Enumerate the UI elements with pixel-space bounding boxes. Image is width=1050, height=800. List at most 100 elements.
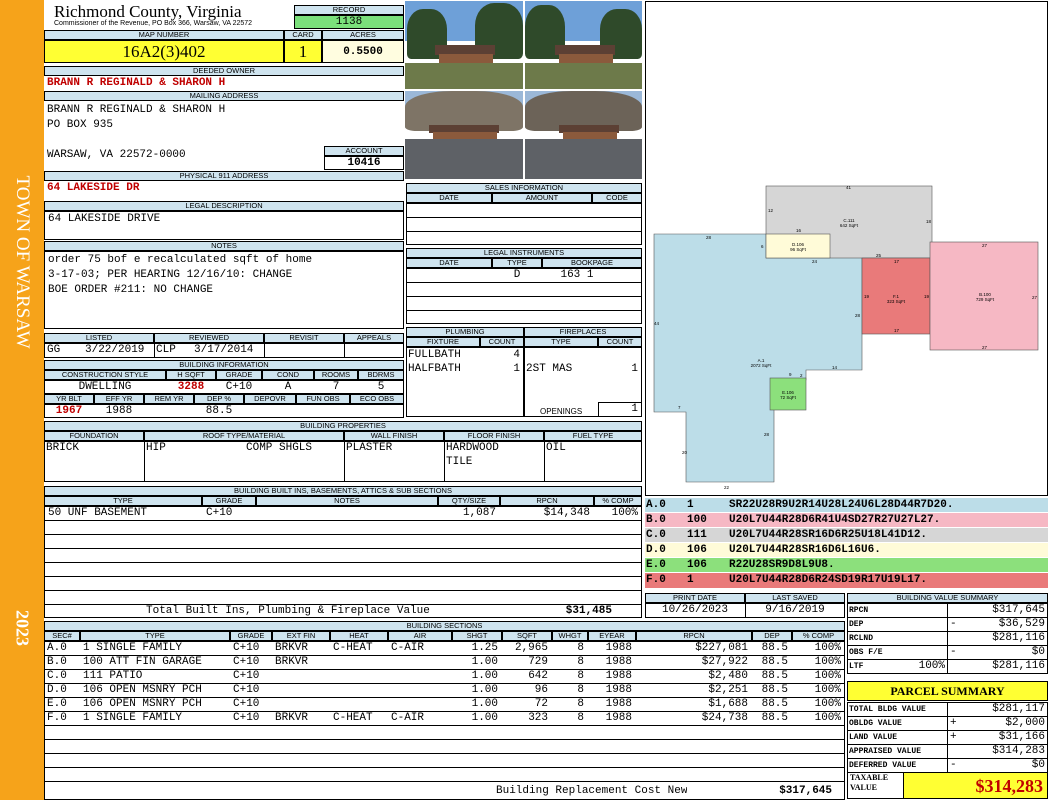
appeals-label: APPEALS (344, 333, 404, 343)
sketch-code-row: B.0 100 U20L7U44R28D6R41U4SD27R27U27L27. (645, 513, 1048, 528)
bs-cell: BRKVR (275, 642, 309, 654)
taxable-label: TAXABLE VALUE (850, 773, 889, 792)
bi-header2: DEP % (194, 394, 244, 404)
parcel-cell: DEFERRED VALUE (849, 761, 917, 770)
sketch-label-d: D.106 96 SqFt (790, 242, 806, 252)
bs-cell: 72 (534, 698, 548, 710)
bs-cell: 1 SINGLE FAMILY (83, 642, 183, 654)
card-number: 1 (284, 40, 322, 63)
note-line: 3-17-03; PER HEARING 12/16/10: CHANGE (48, 269, 293, 281)
reviewed-date: 3/17/2014 (194, 344, 254, 356)
li-header: DATE (406, 258, 492, 268)
bs-cell: 100% (814, 656, 841, 668)
bs-cell: C-AIR (391, 712, 425, 724)
bi-rooms: 7 (332, 381, 340, 393)
sketch-label-a: A.1 2072 SqFt (750, 358, 772, 368)
bs-cell: 8 (577, 656, 584, 668)
sketch-dimension: 14 (832, 365, 838, 370)
bi-header: ROOMS (314, 370, 358, 380)
bs-cell: 1.00 (471, 656, 498, 668)
bs-cell: E.0 (47, 698, 67, 710)
bs-cell: C-AIR (391, 642, 425, 654)
bs-header: WHGT (552, 631, 588, 641)
li-bookpage: 163 1 (560, 269, 594, 281)
property-photo (525, 1, 642, 89)
bs-cell: $1,688 (708, 698, 748, 710)
card-label: CARD (284, 30, 322, 40)
map-number-label: MAP NUMBER (44, 30, 284, 40)
bs-header: SQFT (502, 631, 552, 641)
bs-cell: 100% (814, 684, 841, 696)
sketch-dimension: 24 (812, 259, 818, 264)
sales-header: AMOUNT (492, 193, 592, 203)
plumbing-header: FIXTURE (406, 337, 480, 347)
bs-cell: 8 (577, 684, 584, 696)
note-line: order 75 bof e recalculated sqft of home (48, 254, 313, 266)
building-info-label: BUILDING INFORMATION (44, 360, 404, 370)
bs-cell: 100 ATT FIN GARAGE (83, 656, 202, 668)
bvs-cell: DEP (849, 620, 864, 629)
bs-cell: 1.25 (471, 642, 498, 654)
bs-cell: C-HEAT (333, 642, 373, 654)
sketch-label-f: F.1 323 SqFt (886, 294, 906, 304)
bs-header: EYEAR (588, 631, 636, 641)
bs-cell: C+10 (233, 656, 260, 668)
bs-header: AIR (388, 631, 452, 641)
physical-address: 64 LAKESIDE DR (47, 182, 140, 194)
sidebar-band: TOWN OF WARSAW 2023 (0, 0, 44, 800)
revisit-label: REVISIT (264, 333, 344, 343)
bp-wall: PLASTER (346, 442, 393, 454)
bvs-cell: RCLND (849, 634, 874, 643)
bvs-label: BUILDING VALUE SUMMARY (847, 593, 1048, 603)
property-photo (525, 91, 642, 179)
bins-rpcn: $14,348 (543, 507, 590, 519)
bs-cell: $27,922 (701, 656, 748, 668)
bvs-cell: $281,116 (992, 660, 1045, 672)
property-photo (405, 1, 523, 89)
bs-cell: 100% (814, 698, 841, 710)
last-saved-label: LAST SAVED (745, 593, 845, 603)
sketch-code-list: A.0 1 SR22U28R9U2R14U28L24U6L28D44R7D20. B… (645, 498, 1048, 588)
bins-header: NOTES (256, 496, 438, 506)
bs-cell: $2,251 (708, 684, 748, 696)
bs-cell: 88.5 (761, 670, 788, 682)
bs-cell: C-HEAT (333, 712, 373, 724)
mailing-address: BRANN R REGINALD & SHARON H PO BOX 935 W… (47, 103, 225, 163)
bp-header: FOUNDATION (44, 431, 144, 441)
property-photo (405, 91, 523, 179)
plumbing-count: 1 (513, 363, 520, 375)
fireplace-type: 2ST MAS (526, 363, 573, 375)
account-number: 10416 (324, 156, 404, 170)
deeded-owner: BRANN R REGINALD & SHARON H (47, 77, 226, 89)
bs-cell: $227,081 (695, 642, 748, 654)
sketch-code-row: A.0 1 SR22U28R9U2R14U28L24U6L28D44R7D20. (645, 498, 1048, 513)
sales-label: SALES INFORMATION (406, 183, 642, 193)
reviewed-by: CLP (156, 344, 176, 356)
bi-header: H SQFT (166, 370, 216, 380)
sketch-dimension: 28 (706, 235, 712, 240)
notes-label: NOTES (44, 241, 404, 251)
bs-cell: 1.00 (471, 684, 498, 696)
sketch-code-row: D.0 106 U20L7U44R28SR16D6L16U6. (645, 543, 1048, 558)
bvs-cell: OBS F/E (849, 648, 883, 657)
bs-cell: F.0 (47, 712, 67, 724)
parcel-cell: $281,117 (992, 703, 1045, 715)
bins-header: TYPE (44, 496, 202, 506)
bs-cell: 1.00 (471, 712, 498, 724)
bs-cell: 1988 (605, 642, 632, 654)
sketch-dimension: 27 (982, 243, 988, 248)
bvs-cell: RPCN (849, 606, 869, 615)
legal-description: 64 LAKESIDE DRIVE (48, 213, 161, 225)
bs-cell: 1988 (605, 656, 632, 668)
bs-cell: 1.00 (471, 698, 498, 710)
county-title: Richmond County, Virginia (54, 2, 242, 21)
bs-cell: 8 (577, 670, 584, 682)
physical-address-label: PHYSICAL 911 ADDRESS (44, 171, 404, 181)
mailing-line: WARSAW, VA 22572-0000 (47, 149, 186, 161)
sketch-dimension: 20 (682, 450, 688, 455)
bins-comp: 100% (611, 507, 638, 519)
bi-effyr: 1988 (105, 405, 133, 417)
bins-grade: C+10 (206, 507, 233, 519)
bs-cell: 106 OPEN MSNRY PCH (83, 684, 202, 696)
bs-cell: 729 (528, 656, 548, 668)
